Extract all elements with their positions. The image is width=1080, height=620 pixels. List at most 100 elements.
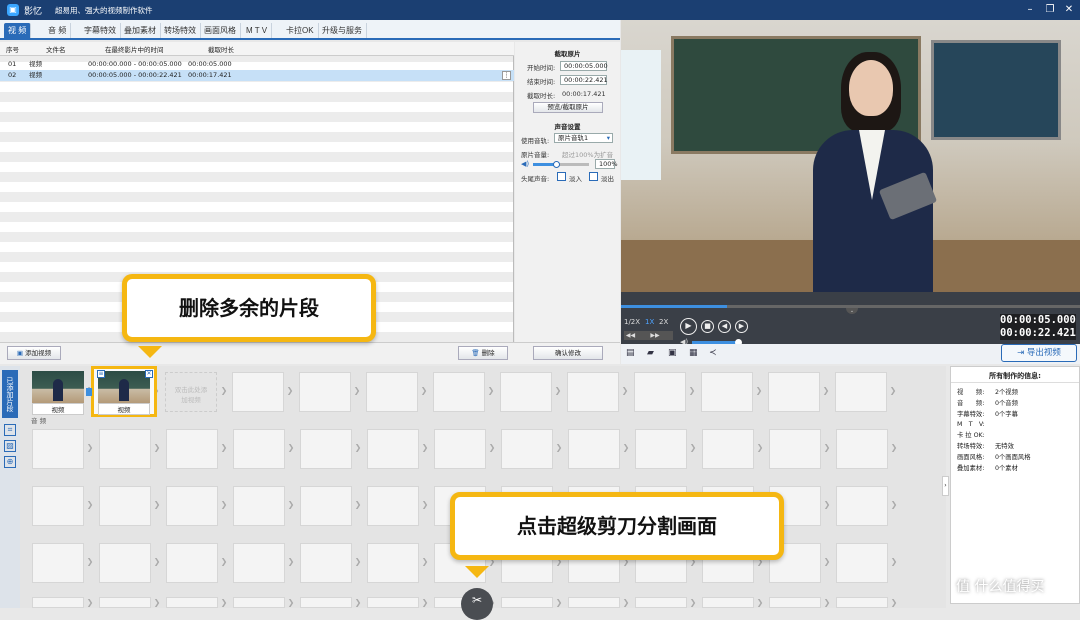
speed-half[interactable]: 1/2X: [624, 318, 640, 326]
timeline-slot[interactable]: [434, 429, 486, 469]
end-time-input[interactable]: 00:00:22.421: [560, 75, 608, 85]
timeline-slot[interactable]: [635, 597, 687, 608]
timeline-slot[interactable]: [367, 543, 419, 583]
timeline-slot[interactable]: [32, 486, 84, 526]
timeline-slot[interactable]: [166, 486, 218, 526]
play-icon[interactable]: ▶: [680, 318, 697, 335]
timeline-slot[interactable]: [233, 543, 285, 583]
crop-icon[interactable]: ⌗: [4, 424, 16, 436]
tab-audio[interactable]: 音 频: [44, 23, 72, 38]
timeline-slot[interactable]: [634, 372, 686, 412]
timeline-slot[interactable]: [32, 429, 84, 469]
tab-upgrade[interactable]: 升级与服务: [318, 23, 367, 38]
tab-overlay[interactable]: 叠加素材: [120, 23, 161, 38]
folder-icon[interactable]: ▰: [647, 348, 654, 358]
tab-transition[interactable]: 转场特效: [160, 23, 201, 38]
clip-close-icon[interactable]: ✕: [145, 370, 153, 378]
export-video-button[interactable]: ⇥ 导出视频: [1001, 344, 1077, 362]
scissors-icon[interactable]: ✂: [461, 588, 493, 620]
timeline-slot[interactable]: [32, 597, 84, 608]
timeline-slot[interactable]: [233, 486, 285, 526]
fade-in-checkbox[interactable]: [557, 172, 566, 181]
timeline-slot[interactable]: [99, 486, 151, 526]
tab-video[interactable]: 视 频: [4, 23, 32, 38]
timeline-slot[interactable]: [768, 372, 820, 412]
timeline-slot[interactable]: [568, 429, 620, 469]
timeline-slot[interactable]: [99, 597, 151, 608]
stop-icon[interactable]: ■: [701, 320, 714, 333]
restore-icon[interactable]: ❐: [1043, 3, 1057, 17]
volume-slider[interactable]: [533, 161, 589, 168]
confirm-button[interactable]: 确认修改: [533, 346, 603, 360]
timeline-slot[interactable]: [500, 372, 552, 412]
timeline-slot[interactable]: [300, 597, 352, 608]
table-row-selected[interactable]: 02 视频 00:00:05.000 - 00:00:22.421 00:00:…: [0, 70, 514, 81]
clip-edit-icon[interactable]: ≡: [97, 370, 105, 378]
add-video-placeholder[interactable]: 双击此处添加视频: [165, 372, 217, 412]
speed-2x[interactable]: 2X: [659, 318, 668, 326]
timeline-slot[interactable]: [32, 543, 84, 583]
minimize-icon[interactable]: –: [1023, 3, 1037, 17]
timeline-slot[interactable]: [233, 597, 285, 608]
table-row[interactable]: 01 视频 00:00:00.000 - 00:00:05.000 00:00:…: [0, 59, 514, 70]
timeline-slot[interactable]: [702, 429, 754, 469]
tab-style[interactable]: 画面风格: [200, 23, 241, 38]
timeline-slot[interactable]: [367, 429, 419, 469]
tab-karaoke[interactable]: 卡拉OK: [282, 23, 319, 38]
video-preview[interactable]: [621, 20, 1080, 292]
timeline-slot[interactable]: [836, 543, 888, 583]
timeline-slot[interactable]: [299, 372, 351, 412]
speed-slider[interactable]: ◀◀ ▶▶: [624, 331, 673, 340]
timeline-slot[interactable]: [702, 597, 754, 608]
save-icon[interactable]: ▤: [626, 348, 635, 358]
timeline-slot[interactable]: [367, 486, 419, 526]
timeline-slot[interactable]: [367, 597, 419, 608]
timeline-slot[interactable]: [501, 429, 553, 469]
timeline-slot[interactable]: [166, 543, 218, 583]
volume-value[interactable]: 100%: [595, 159, 618, 169]
timeline-slot[interactable]: [433, 372, 485, 412]
timeline-slot[interactable]: [769, 429, 821, 469]
start-time-input[interactable]: 00:00:05.000: [560, 61, 608, 71]
add-video-button[interactable]: ▣ 添加视频: [7, 346, 61, 360]
timeline-slot[interactable]: [567, 372, 619, 412]
timeline-slot[interactable]: [501, 597, 553, 608]
tab-mtv[interactable]: M T V: [242, 23, 273, 38]
image-icon[interactable]: ▨: [4, 440, 16, 452]
timeline-slot[interactable]: [300, 486, 352, 526]
clip-thumbnail[interactable]: [32, 371, 84, 403]
speed-1x[interactable]: 1X: [645, 318, 654, 326]
timeline-slot[interactable]: [568, 597, 620, 608]
timeline-slot[interactable]: [835, 372, 887, 412]
clip-thumbnail[interactable]: [98, 371, 150, 403]
close-icon[interactable]: ✕: [1062, 3, 1076, 17]
timeline-slot[interactable]: [232, 372, 284, 412]
next-frame-icon[interactable]: ▶: [735, 320, 748, 333]
expand-arrow-icon[interactable]: ›: [942, 476, 949, 496]
timeline-slot[interactable]: [366, 372, 418, 412]
timeline-slot[interactable]: [99, 429, 151, 469]
tab-subtitle-effects[interactable]: 字幕特效: [80, 23, 121, 38]
track-select[interactable]: 原片音轨1 ▾: [554, 133, 613, 143]
timeline-slot[interactable]: [769, 597, 821, 608]
share-icon[interactable]: ≺: [709, 348, 717, 358]
timeline-slot[interactable]: [166, 429, 218, 469]
prev-frame-icon[interactable]: ◀: [718, 320, 731, 333]
fade-out-checkbox[interactable]: [589, 172, 598, 181]
timeline-slot[interactable]: [166, 597, 218, 608]
timeline-slot[interactable]: [836, 486, 888, 526]
row-more-icon[interactable]: ⋮: [502, 71, 511, 80]
disk-icon[interactable]: ▣: [668, 348, 677, 358]
zoom-icon[interactable]: ⊕: [4, 456, 16, 468]
preview-clip-button[interactable]: 预览/截取原片: [533, 102, 603, 113]
timeline-slot[interactable]: [635, 429, 687, 469]
timeline-slot[interactable]: [300, 429, 352, 469]
timeline-slot[interactable]: [99, 543, 151, 583]
timeline-slot[interactable]: [836, 597, 888, 608]
delete-button[interactable]: 🗑 删除: [458, 346, 508, 360]
timeline-slot[interactable]: [836, 429, 888, 469]
timeline-slot[interactable]: [233, 429, 285, 469]
collapse-icon[interactable]: ⌄: [846, 308, 858, 314]
timeline-slot[interactable]: [701, 372, 753, 412]
saveas-icon[interactable]: ▦: [689, 348, 698, 358]
